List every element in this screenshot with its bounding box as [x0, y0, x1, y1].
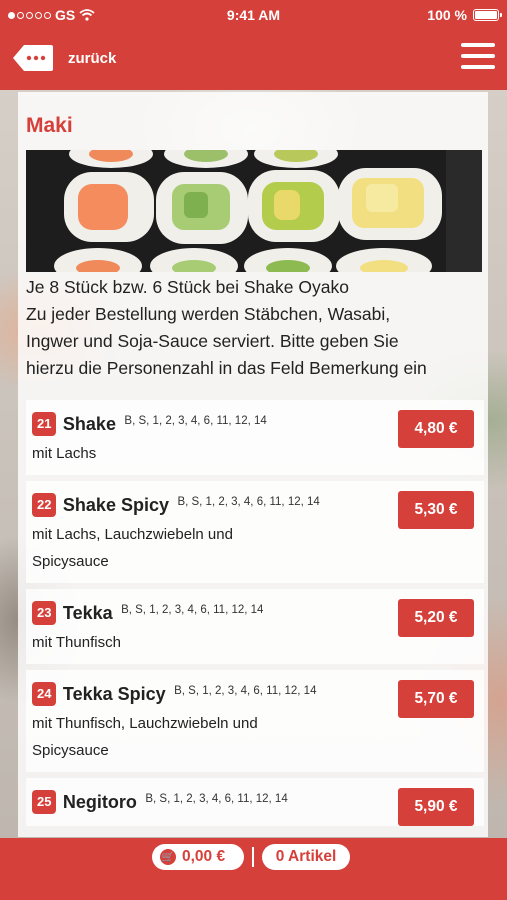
- menu-item-list: 21 Shake B, S, 1, 2, 3, 4, 6, 11, 12, 14…: [26, 400, 484, 832]
- item-number-badge: 25: [32, 790, 57, 814]
- menu-item-header: 24 Tekka Spicy B, S, 1, 2, 3, 4, 6, 11, …: [32, 680, 387, 707]
- item-number-badge: 23: [32, 601, 57, 625]
- item-allergens: B, S, 1, 2, 3, 4, 6, 11, 12, 14: [145, 793, 288, 805]
- item-allergens: B, S, 1, 2, 3, 4, 6, 11, 12, 14: [124, 415, 267, 427]
- maki-roll: [248, 170, 340, 242]
- intro-line: Ingwer und Soja-Sauce serviert. Bitte ge…: [26, 331, 399, 351]
- add-to-cart-price-button[interactable]: 4,80 €: [398, 410, 474, 448]
- battery-percent: 100 %: [427, 7, 467, 23]
- menu-item-header: 23 Tekka B, S, 1, 2, 3, 4, 6, 11, 12, 14: [32, 599, 387, 626]
- intro-line: Je 8 Stück bzw. 6 Stück bei Shake Oyako: [26, 277, 349, 297]
- hamburger-menu-icon: [461, 43, 495, 47]
- nav-bar: zurück: [0, 30, 507, 90]
- cart-total: 0,00 €: [182, 848, 226, 865]
- back-label: zurück: [68, 49, 117, 67]
- menu-item-header: 25 Negitoro B, S, 1, 2, 3, 4, 6, 11, 12,…: [32, 788, 387, 815]
- cart-articles-button[interactable]: 0 Artikel: [262, 844, 350, 870]
- maki-hero-image: [26, 150, 482, 272]
- back-button[interactable]: zurück: [12, 44, 116, 72]
- menu-item[interactable]: 22 Shake Spicy B, S, 1, 2, 3, 4, 6, 11, …: [26, 481, 484, 583]
- maki-roll: [156, 172, 248, 244]
- maki-roll: [64, 172, 154, 242]
- battery-icon: [473, 9, 502, 21]
- menu-item[interactable]: 23 Tekka B, S, 1, 2, 3, 4, 6, 11, 12, 14…: [26, 589, 484, 664]
- hamburger-menu-icon: [461, 65, 495, 69]
- maki-roll: [338, 168, 442, 240]
- back-arrow-icon: [13, 45, 53, 71]
- item-description: mit Thunfisch, Lauchzwiebeln und Spicysa…: [32, 715, 258, 759]
- item-description: mit Lachs, Lauchzwiebeln und Spicysauce: [32, 526, 233, 570]
- item-name: Shake: [62, 414, 116, 434]
- section-title: Maki: [26, 114, 73, 137]
- item-description: mit Lachs: [32, 445, 97, 462]
- item-name: Tekka: [62, 603, 113, 623]
- intro-line: hierzu die Personenzahl in das Feld Beme…: [26, 358, 427, 378]
- status-right: 100 %: [427, 7, 502, 23]
- cart-divider: [252, 847, 254, 867]
- cart-icon: 🛒: [160, 849, 176, 865]
- item-description: mit Thunfisch: [32, 634, 121, 651]
- add-to-cart-price-button[interactable]: 5,90 €: [398, 788, 474, 826]
- item-name: Negitoro: [62, 792, 137, 812]
- add-to-cart-price-button[interactable]: 5,30 €: [398, 491, 474, 529]
- item-number-badge: 22: [32, 493, 57, 517]
- item-number-badge: 24: [32, 682, 57, 706]
- intro-line: Zu jeder Bestellung werden Stäbchen, Was…: [26, 304, 391, 324]
- item-name: Tekka Spicy: [62, 684, 166, 704]
- item-allergens: B, S, 1, 2, 3, 4, 6, 11, 12, 14: [174, 685, 317, 697]
- item-number-badge: 21: [32, 412, 57, 436]
- item-allergens: B, S, 1, 2, 3, 4, 6, 11, 12, 14: [177, 496, 320, 508]
- status-bar: GS 9:41 AM 100 %: [0, 0, 507, 30]
- section-intro: Je 8 Stück bzw. 6 Stück bei Shake Oyako …: [26, 274, 486, 382]
- hamburger-menu-icon: [461, 54, 495, 58]
- menu-item[interactable]: 21 Shake B, S, 1, 2, 3, 4, 6, 11, 12, 14…: [26, 400, 484, 475]
- menu-button[interactable]: [461, 43, 495, 73]
- add-to-cart-price-button[interactable]: 5,70 €: [398, 680, 474, 718]
- add-to-cart-price-button[interactable]: 5,20 €: [398, 599, 474, 637]
- menu-item[interactable]: 25 Negitoro B, S, 1, 2, 3, 4, 6, 11, 12,…: [26, 778, 484, 826]
- item-allergens: B, S, 1, 2, 3, 4, 6, 11, 12, 14: [121, 604, 264, 616]
- cart-bar: 🛒 0,00 € 0 Artikel: [0, 838, 507, 900]
- menu-item-header: 22 Shake Spicy B, S, 1, 2, 3, 4, 6, 11, …: [32, 491, 387, 518]
- maki-photo: [26, 150, 482, 272]
- menu-item[interactable]: 24 Tekka Spicy B, S, 1, 2, 3, 4, 6, 11, …: [26, 670, 484, 772]
- menu-card[interactable]: Maki Je 8 Stück bzw. 6 Stück bei Shake O…: [18, 92, 488, 837]
- cart-total-button[interactable]: 🛒 0,00 €: [152, 844, 244, 870]
- menu-item-header: 21 Shake B, S, 1, 2, 3, 4, 6, 11, 12, 14: [32, 410, 387, 437]
- item-name: Shake Spicy: [62, 495, 169, 515]
